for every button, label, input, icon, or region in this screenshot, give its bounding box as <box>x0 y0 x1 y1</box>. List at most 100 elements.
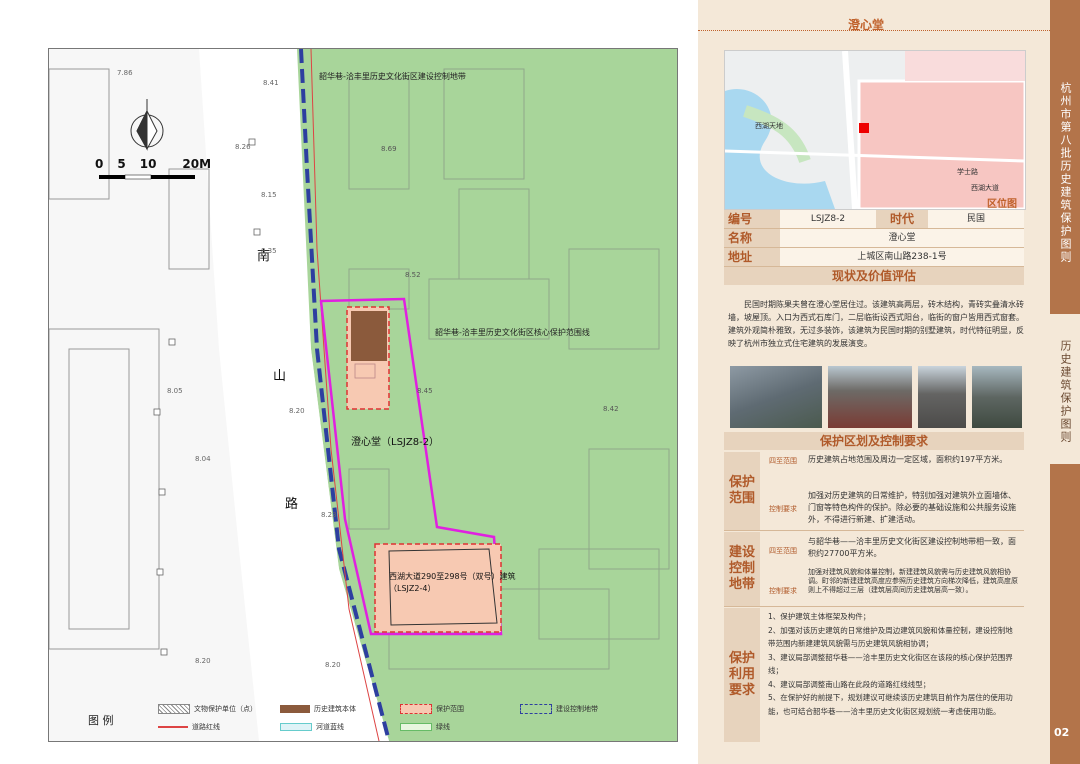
no-label: 编号 <box>724 210 780 228</box>
legend-item-historic-building: 历史建筑本体 <box>280 704 356 714</box>
protect-req-sublabel: 控制要求 <box>769 505 797 513</box>
building-swatch-icon <box>280 705 310 713</box>
elevation-label: 8.69 <box>381 145 397 153</box>
info-table: 编号 LSJZ8-2 时代 民国 名称 澄心堂 地址 上城区南山路238-1号 … <box>724 210 1024 285</box>
road-char-lu: 路 <box>285 497 299 512</box>
requirement-item: 5、在保护好的前提下，规划建议可继续该历史建筑目前作为居住的使用功能，也可结合韶… <box>768 693 1013 716</box>
map-page: 0 5 10 20M 南 山 路 韶华巷-洽丰里历史文化街区建设控制地带 韶华巷… <box>0 0 698 764</box>
elevation-label: 7.86 <box>117 69 133 77</box>
scale-label-10: 10 <box>139 157 157 171</box>
elevation-label: 8.26 <box>235 143 251 151</box>
elevation-label: 8.15 <box>261 191 277 199</box>
build-scope-text: 与韶华巷——洽丰里历史文化街区建设控制地带相一致，面积约27700平方米。 <box>808 537 1016 558</box>
era-label: 时代 <box>876 210 928 228</box>
map-legend: 图 例 文物保护单位（点） 历史建筑本体 保护范围 建设控制地带 道路红线 河道… <box>48 700 676 740</box>
requirement-item: 2、加强对该历史建筑的日常维护及周边建筑风貌和体量控制，建设控制地带范围内新建建… <box>768 625 1013 649</box>
protection-range-label: 保护范围 <box>724 452 760 530</box>
side-bar: 杭州市第八批历史建筑保护图则 历史建筑保护图则 02 <box>1050 0 1080 764</box>
build-control-label: 建设控制地带 <box>724 532 760 606</box>
elevation-label: 8.20 <box>195 657 211 665</box>
core-zone-label: 韶华巷-洽丰里历史文化街区核心保护范围线 <box>435 328 590 337</box>
neighbor-building-label: 西湖大道290至298号（双号）建筑 （LSJZ2-4） <box>389 571 516 595</box>
legend-label: 保护范围 <box>436 705 464 713</box>
neighbor-label-line2: （LSJZ2-4） <box>389 584 436 593</box>
elevation-label: 8.05 <box>167 387 183 395</box>
building-photo-2 <box>828 366 912 428</box>
requirement-item: 3、建议局部调整韶华巷——洽丰里历史文化街区在该段的核心保护范围界线； <box>768 652 1013 676</box>
legend-label: 建设控制地带 <box>556 705 598 713</box>
assessment-text: 民国时期陈果夫曾在澄心堂居住过。该建筑高两层，砖木结构，青砖实叠清水砖墙，坡屋顶… <box>728 300 1024 348</box>
elevation-label: 8.20 <box>289 407 305 415</box>
site-plan-svg <box>49 49 677 741</box>
address-value: 上城区南山路238-1号 <box>780 248 1024 266</box>
building-label: 澄心堂（LSJZ8-2） <box>351 437 440 448</box>
requirement-item: 1、保护建筑主体框架及构件； <box>768 612 871 621</box>
elevation-label: 8.45 <box>417 387 433 395</box>
map-label-xueshi-road: 学士路 <box>957 168 978 176</box>
elevation-label: 8.04 <box>195 455 211 463</box>
legend-item-cultural-relic: 文物保护单位（点） <box>158 704 257 714</box>
requirement-item: 4、建议局部调整南山路在此段的道路红线线型； <box>768 679 931 689</box>
legend-label: 道路红线 <box>192 723 220 731</box>
page-number: 02 <box>1054 726 1070 739</box>
name-value: 澄心堂 <box>780 229 1024 247</box>
build-scope-sublabel: 四至范围 <box>769 547 797 555</box>
green-line-icon <box>400 723 432 731</box>
legend-label: 历史建筑本体 <box>314 705 356 713</box>
elevation-label: 8.35 <box>261 247 277 255</box>
location-map-title: 区位图 <box>987 199 1017 210</box>
assessment-title: 现状及价值评估 <box>724 267 1024 285</box>
elevation-label: 8.20 <box>325 661 341 669</box>
building-photo-4 <box>972 366 1022 428</box>
protect-scope-text: 历史建筑占地范围及周边一定区域，面积约197平方米。 <box>808 455 1008 464</box>
blue-line-icon <box>280 723 312 731</box>
historic-building-body <box>351 311 387 361</box>
scale-label-5: 5 <box>117 157 126 171</box>
legend-item-green-line: 绿线 <box>400 722 450 732</box>
protect-req-text: 加强对历史建筑的日常维护，特别加强对建筑外立面墙体、门窗等特色构件的保护。除必要… <box>808 491 1016 524</box>
legend-item-road-red-line: 道路红线 <box>158 722 220 732</box>
location-map: 西湖天地 学士路 西湖大道 区位图 <box>724 50 1026 210</box>
requirements-list: 1、保护建筑主体框架及构件； 2、加强对该历史建筑的日常维护及周边建筑风貌和体量… <box>768 610 1020 718</box>
side-bar-bottom: 02 <box>1050 466 1080 764</box>
road-char-shan: 山 <box>273 369 287 384</box>
control-band-label: 韶华巷-洽丰里历史文化街区建设控制地带 <box>319 72 466 81</box>
page-header-title: 澄心堂 <box>848 18 885 32</box>
legend-item-river-blue-line: 河道蓝线 <box>280 722 344 732</box>
protection-swatch-icon <box>400 704 432 714</box>
map-label-xihu-avenue: 西湖大道 <box>971 184 999 192</box>
protection-range-block: 保护范围 四至范围 历史建筑占地范围及周边一定区域，面积约197平方米。 控制要… <box>724 452 1024 531</box>
side-bar-top: 杭州市第八批历史建筑保护图则 <box>1050 0 1080 312</box>
scale-label-0: 0 <box>95 157 104 171</box>
scale-labels: 0 5 10 20M <box>95 157 211 171</box>
side-bar-mid: 历史建筑保护图则 <box>1050 314 1080 464</box>
elevation-label: 8.41 <box>263 79 279 87</box>
control-section-title: 保护区划及控制要求 <box>724 432 1024 450</box>
photo-strip <box>730 366 1022 428</box>
info-page: 澄心堂 西湖天地 学士路 西湖大道 区位图 编号 LSJZ8-2 时代 民国 名… <box>698 0 1080 764</box>
build-control-block: 建设控制地带 四至范围 与韶华巷——洽丰里历史文化街区建设控制地带相一致，面积约… <box>724 532 1024 607</box>
site-plan-map: 0 5 10 20M 南 山 路 韶华巷-洽丰里历史文化街区建设控制地带 韶华巷… <box>48 48 678 742</box>
era-value: 民国 <box>928 210 1024 228</box>
legend-label: 文物保护单位（点） <box>194 705 257 713</box>
side-bar-bottom-title: 历史建筑保护图则 <box>1059 340 1072 444</box>
building-photo-1 <box>730 366 822 428</box>
usage-requirements-block: 保护利用要求 1、保护建筑主体框架及构件； 2、加强对该历史建筑的日常维护及周边… <box>724 608 1024 742</box>
build-req-sublabel: 控制要求 <box>769 587 797 595</box>
side-bar-top-title: 杭州市第八批历史建筑保护图则 <box>1059 82 1072 264</box>
legend-title: 图 例 <box>88 714 114 727</box>
elevation-label: 8.42 <box>603 405 619 413</box>
protect-scope-sublabel: 四至范围 <box>769 457 797 465</box>
elevation-label: 8.23 <box>321 511 337 519</box>
scale-label-20m: 20M <box>182 157 212 171</box>
elevation-label: 8.52 <box>405 271 421 279</box>
build-req-text: 加强对建筑风貌和体量控制，新建建筑风貌需与历史建筑风貌相协调。町邻的新建建筑高度… <box>808 568 1018 594</box>
map-label-xihu-tiandi: 西湖天地 <box>755 122 783 130</box>
building-photo-3 <box>918 366 966 428</box>
info-row-no: 编号 LSJZ8-2 时代 民国 <box>724 210 1024 229</box>
hatch-icon <box>158 704 190 714</box>
legend-label: 河道蓝线 <box>316 723 344 731</box>
address-label: 地址 <box>724 248 780 266</box>
red-line-icon <box>158 726 188 728</box>
location-marker <box>859 123 869 133</box>
